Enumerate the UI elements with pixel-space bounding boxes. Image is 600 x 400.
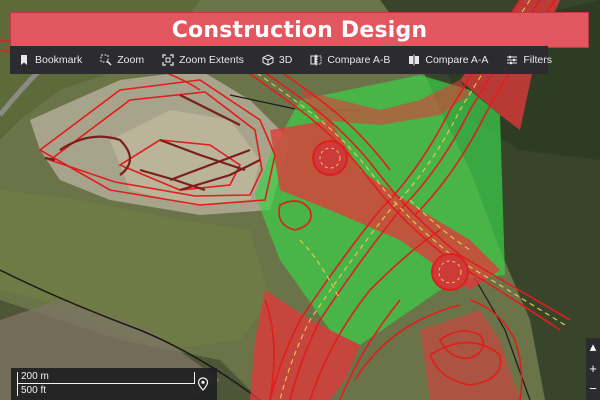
- compare-ab-label: Compare A-B: [327, 54, 391, 66]
- tilt-up-button[interactable]: ▴: [586, 338, 600, 356]
- compare-ab-button[interactable]: Compare A-B: [301, 46, 399, 74]
- zoom-extents-icon: [162, 54, 174, 66]
- bookmark-button[interactable]: Bookmark: [16, 46, 91, 74]
- zoom-out-button[interactable]: −: [586, 380, 600, 398]
- compare-ab-icon: [310, 54, 322, 66]
- scale-bar: 200 m 500 ft: [11, 368, 217, 400]
- bookmark-icon: [21, 55, 27, 65]
- page-title: Construction Design: [171, 17, 428, 43]
- filters-label: Filters: [523, 54, 552, 66]
- 3d-button[interactable]: 3D: [253, 46, 301, 74]
- filters-button[interactable]: Filters: [497, 46, 561, 74]
- roundabout-south[interactable]: [431, 253, 469, 291]
- map-toolbar: Bookmark Zoom Zoom Extents 3D Compare A-…: [10, 46, 552, 74]
- compare-aa-icon: [409, 54, 420, 66]
- compare-aa-label: Compare A-A: [425, 54, 489, 66]
- zoom-extents-label: Zoom Extents: [179, 54, 244, 66]
- zoom-in-button[interactable]: +: [586, 360, 600, 378]
- compare-aa-button[interactable]: Compare A-A: [399, 46, 497, 74]
- scale-imperial-label: 500 ft: [21, 385, 47, 396]
- location-pin-icon[interactable]: [197, 377, 209, 391]
- filters-icon: [507, 55, 518, 65]
- scale-metric-label: 200 m: [21, 371, 49, 382]
- zoom-icon: [100, 54, 112, 66]
- zoom-label: Zoom: [117, 54, 145, 66]
- cube-icon: [262, 54, 274, 66]
- title-banner: Construction Design: [10, 12, 589, 48]
- zoom-controls: ▴ + −: [586, 338, 600, 400]
- bookmark-label: Bookmark: [35, 54, 83, 66]
- zoom-extents-button[interactable]: Zoom Extents: [153, 46, 253, 74]
- 3d-label: 3D: [278, 54, 293, 66]
- zoom-button[interactable]: Zoom: [91, 46, 153, 74]
- roundabout-north[interactable]: [312, 140, 348, 176]
